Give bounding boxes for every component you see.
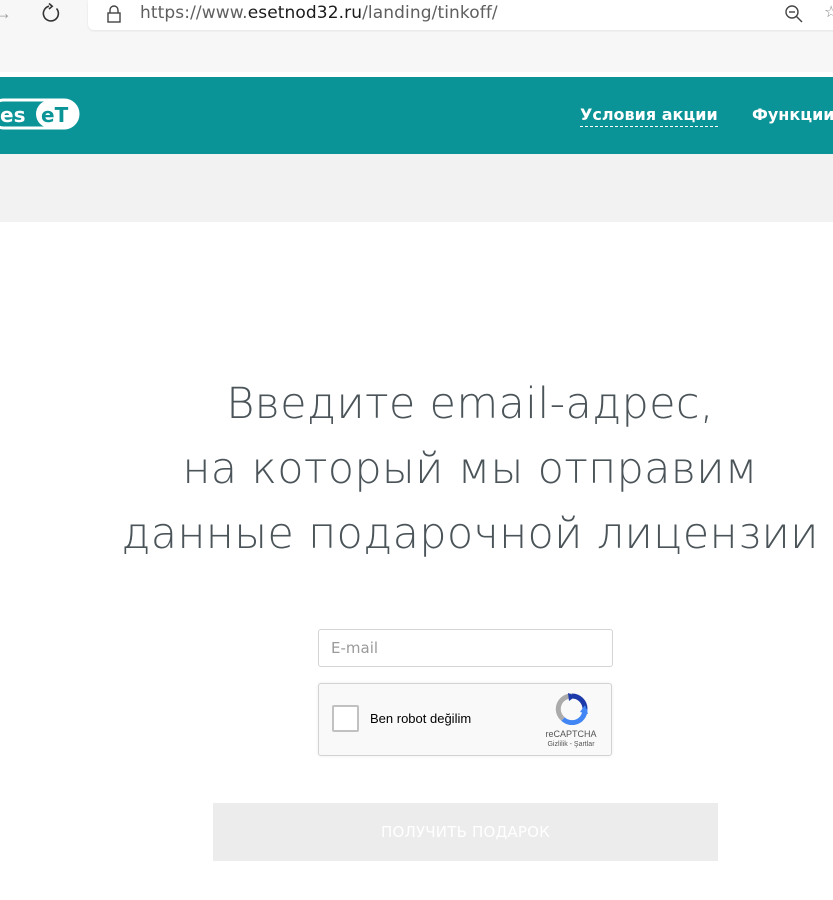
address-bar[interactable]: https://www.esetnod32.ru/landing/tinkoff… [88, 0, 833, 30]
heading-line-3: данные подарочной лицензии [121, 509, 819, 559]
page-heading: Введите email-адрес, на который мы отпра… [40, 372, 833, 567]
heading-line-2: на который мы отправим [182, 444, 758, 494]
nav-link-conditions[interactable]: Условия акции [580, 105, 718, 127]
get-gift-button[interactable]: ПОЛУЧИТЬ ПОДАРОК [213, 803, 718, 861]
reload-icon[interactable] [40, 2, 62, 24]
recaptcha-brand: reCAPTCHA [545, 729, 597, 739]
svg-text:eT: eT [41, 103, 69, 127]
recaptcha-terms-link[interactable]: Gizlilik - Şartlar [531, 741, 611, 748]
zoom-out-icon[interactable] [784, 4, 804, 24]
email-field[interactable] [318, 629, 613, 667]
lock-icon [107, 5, 121, 23]
back-arrow-icon[interactable]: → [0, 2, 12, 24]
nav-link-functions[interactable]: Функции [752, 105, 833, 124]
grey-banner [0, 154, 833, 222]
browser-toolbar: → https://www.esetnod32.ru/landing/tinko… [0, 0, 833, 72]
url-text[interactable]: https://www.esetnod32.ru/landing/tinkoff… [140, 3, 498, 23]
star-icon[interactable]: ☆ [824, 2, 833, 24]
heading-line-1: Введите email-адрес, [226, 379, 714, 429]
recaptcha-logo-icon [555, 693, 588, 725]
eset-logo[interactable]: es eT [0, 98, 80, 130]
url-host: esetnod32.ru [247, 3, 363, 23]
recaptcha-widget: Ben robot değilim reCAPTCHA Gizlilik - Ş… [318, 683, 612, 756]
recaptcha-checkbox[interactable] [332, 705, 359, 732]
url-path: /landing/tinkoff/ [362, 3, 498, 23]
url-scheme: https://www. [140, 3, 248, 23]
svg-text:es: es [0, 103, 25, 127]
recaptcha-label: Ben robot değilim [370, 711, 472, 726]
